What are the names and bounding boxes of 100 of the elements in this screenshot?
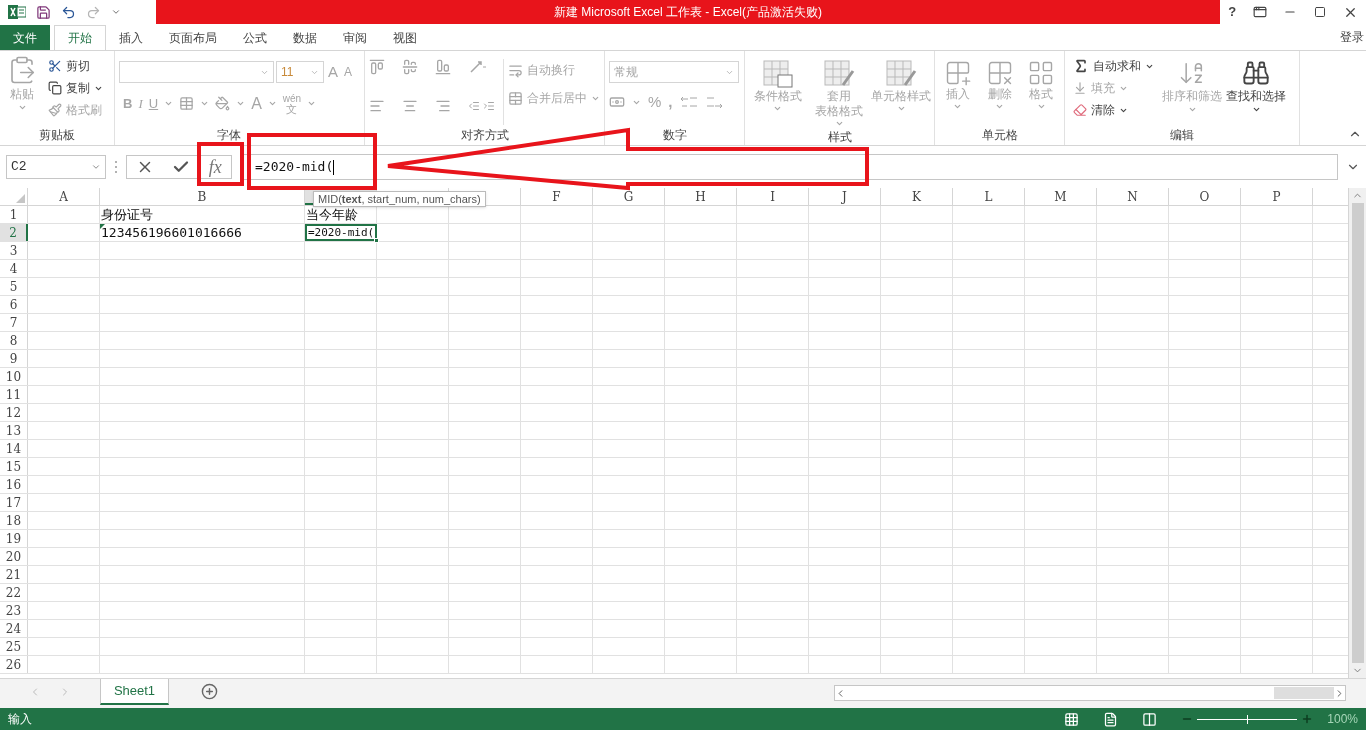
ribbon-display-icon[interactable]	[1252, 5, 1267, 19]
eraser-icon	[1073, 103, 1087, 117]
ribbon-tab[interactable]: 插入	[106, 25, 156, 50]
restore-icon[interactable]	[1314, 6, 1327, 18]
fill-down-icon	[1073, 81, 1087, 95]
row-header[interactable]: 14	[0, 440, 28, 457]
row-header[interactable]: 9	[0, 350, 28, 367]
ribbon-button[interactable]: 剪切	[44, 55, 107, 77]
caret-icon	[834, 119, 844, 128]
group-label: 单元格	[981, 127, 1018, 144]
window-title: 新建 Microsoft Excel 工作表 - Excel(产品激活失败)	[156, 0, 1220, 24]
cell-text: 当今年龄	[305, 207, 358, 222]
add-sheet-icon[interactable]	[201, 683, 218, 700]
page-layout-icon[interactable]	[1103, 711, 1119, 727]
ribbon-button[interactable]: 清除	[1069, 99, 1158, 121]
active-cell[interactable]: =2020-mid(	[305, 224, 377, 241]
row-header[interactable]: 6	[0, 296, 28, 313]
row-header[interactable]: 1	[0, 206, 28, 223]
ribbon-tab[interactable]: 页面布局	[156, 25, 230, 50]
column-header[interactable]: N	[1097, 188, 1169, 205]
row-header[interactable]: 3	[0, 242, 28, 259]
ribbon-tab[interactable]: 数据	[280, 25, 330, 50]
row-header[interactable]: 23	[0, 602, 28, 619]
row-header[interactable]: 16	[0, 476, 28, 493]
column-header[interactable]: I	[737, 188, 809, 205]
row-header[interactable]: 18	[0, 512, 28, 529]
group-label: 剪贴板	[39, 127, 75, 144]
sheet-tab[interactable]: Sheet1	[100, 679, 169, 705]
file-tab[interactable]: 文件	[0, 25, 50, 50]
column-header[interactable]: L	[953, 188, 1025, 205]
row-header[interactable]: 25	[0, 638, 28, 655]
name-box[interactable]: C2	[6, 155, 106, 179]
row-header[interactable]: 17	[0, 494, 28, 511]
ribbon-tab[interactable]: 审阅	[330, 25, 380, 50]
scroll-thumb[interactable]	[1351, 203, 1364, 663]
horizontal-scrollbar[interactable]	[834, 685, 1346, 701]
caret-icon	[200, 99, 210, 108]
zoom-level[interactable]: 100%	[1327, 710, 1358, 728]
row-header[interactable]: 21	[0, 566, 28, 583]
caret-icon	[995, 102, 1004, 111]
row-header[interactable]: 19	[0, 530, 28, 547]
sign-in-link[interactable]: 登录	[1340, 28, 1366, 46]
ribbon-tab[interactable]: 视图	[380, 25, 430, 50]
undo-icon[interactable]	[61, 4, 76, 20]
row-header[interactable]: 5	[0, 278, 28, 295]
column-header[interactable]: F	[521, 188, 593, 205]
row-header[interactable]: 22	[0, 584, 28, 601]
row-header[interactable]: 4	[0, 260, 28, 277]
column-header[interactable]: K	[881, 188, 953, 205]
column-header[interactable]: M	[1025, 188, 1097, 205]
customize-caret-icon[interactable]	[111, 7, 121, 17]
row-header[interactable]: 26	[0, 656, 28, 673]
cell-text: 123456196601016666	[100, 225, 242, 240]
caret-icon	[1036, 102, 1046, 111]
ribbon-button[interactable]: 自动求和	[1069, 55, 1158, 77]
find-select-button[interactable]: 查找和选择	[1226, 55, 1286, 125]
normal-view-icon[interactable]	[1064, 711, 1080, 727]
row-header[interactable]: 15	[0, 458, 28, 475]
status-mode: 输入	[8, 711, 32, 728]
row-header[interactable]: 11	[0, 386, 28, 403]
scroll-thumb[interactable]	[1274, 687, 1334, 699]
scissors-icon	[48, 59, 62, 73]
row-header[interactable]: 8	[0, 332, 28, 349]
group-label: 字体	[217, 127, 241, 144]
binoculars-icon	[1242, 59, 1270, 87]
copy-icon	[48, 81, 62, 95]
row-header[interactable]: 2	[0, 224, 28, 241]
row-header[interactable]: 24	[0, 620, 28, 637]
row-header[interactable]: 10	[0, 368, 28, 385]
column-header[interactable]: G	[593, 188, 665, 205]
grip-icon	[114, 160, 118, 174]
vertical-scrollbar[interactable]	[1348, 188, 1366, 678]
table-format-icon	[823, 59, 856, 89]
row-header[interactable]: 12	[0, 404, 28, 421]
row-header[interactable]: 20	[0, 548, 28, 565]
caret-icon	[17, 103, 27, 112]
caret-icon	[307, 99, 317, 108]
ribbon-button[interactable]: 复制	[44, 77, 107, 99]
insert-function-button[interactable]: fx	[208, 153, 222, 181]
conditional-format-icon	[761, 59, 794, 89]
column-header[interactable]: O	[1169, 188, 1241, 205]
page-break-icon[interactable]	[1142, 711, 1158, 727]
help-button[interactable]: ?	[1228, 2, 1237, 22]
caret-icon	[773, 104, 783, 113]
column-header[interactable]: J	[809, 188, 881, 205]
row-header[interactable]: 13	[0, 422, 28, 439]
save-icon[interactable]	[36, 4, 51, 20]
wrap-text-icon	[508, 62, 523, 78]
column-header[interactable]: P	[1241, 188, 1313, 205]
ribbon-tab[interactable]: 开始	[54, 25, 106, 50]
row-header[interactable]: 7	[0, 314, 28, 331]
zoom-in-icon[interactable]	[1301, 713, 1314, 725]
paintbrush-icon	[48, 103, 62, 117]
select-all-icon[interactable]	[16, 194, 25, 203]
column-header[interactable]: A	[28, 188, 100, 205]
caret-icon	[953, 102, 963, 111]
ribbon-tab[interactable]: 公式	[230, 25, 280, 50]
column-header[interactable]: H	[665, 188, 737, 205]
redo-icon[interactable]	[86, 4, 101, 20]
fill-handle[interactable]	[374, 238, 379, 243]
